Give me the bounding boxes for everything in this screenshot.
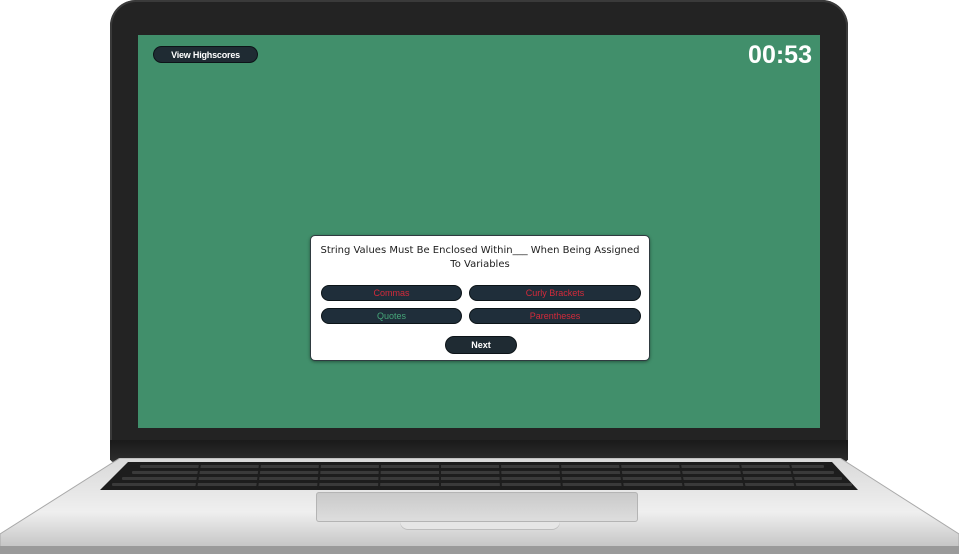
question-text: String Values Must Be Enclosed Within___… xyxy=(320,245,640,270)
laptop-hinge xyxy=(110,440,848,460)
quiz-screen: View Highscores 00:53 String Values Must… xyxy=(138,35,820,428)
answer-button-commas[interactable]: Commas xyxy=(321,285,462,301)
next-button[interactable]: Next xyxy=(445,336,517,354)
answer-button-curly-brackets[interactable]: Curly Brackets xyxy=(469,285,641,301)
answer-button-parentheses[interactable]: Parentheses xyxy=(469,308,641,324)
laptop-front-notch xyxy=(400,522,560,530)
question-card: String Values Must Be Enclosed Within___… xyxy=(310,235,650,361)
trackpad xyxy=(316,492,638,522)
view-highscores-button[interactable]: View Highscores xyxy=(153,46,258,63)
countdown-timer: 00:53 xyxy=(748,41,812,69)
answer-button-quotes[interactable]: Quotes xyxy=(321,308,462,324)
laptop-mockup: View Highscores 00:53 String Values Must… xyxy=(0,0,959,554)
